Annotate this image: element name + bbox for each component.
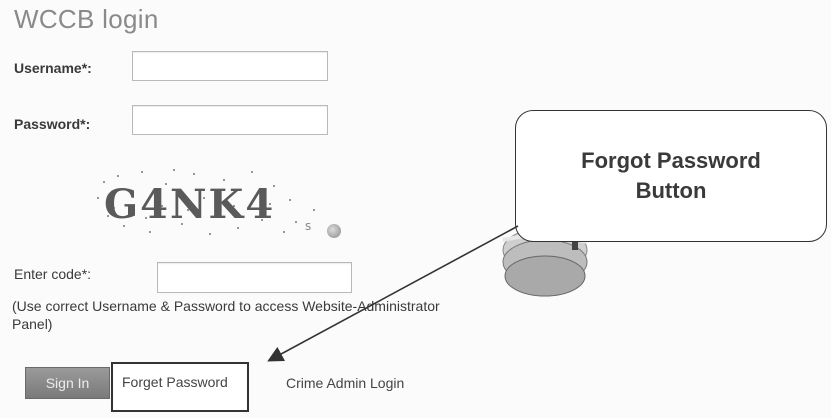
annotation-arrow <box>267 225 519 362</box>
